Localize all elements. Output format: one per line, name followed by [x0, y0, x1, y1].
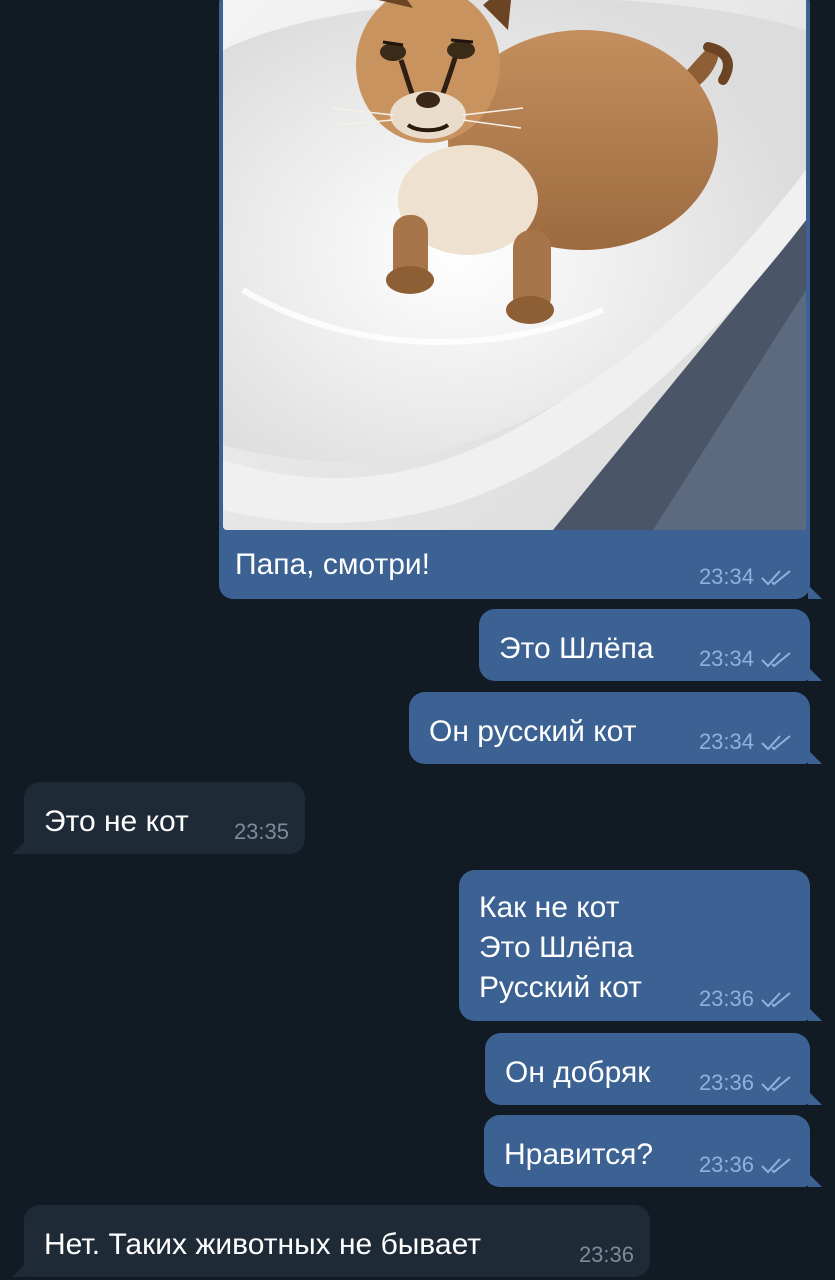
message-time: 23:36: [698, 986, 754, 1011]
message-meta: 23:34: [699, 730, 794, 754]
message-text: Папа, смотри!: [235, 548, 431, 581]
message-meta: 23:34: [699, 565, 794, 589]
double-check-icon: [761, 652, 791, 668]
message-text: Как не кот Это Шлёпа Русский кот: [479, 891, 642, 1004]
message-text: Нет. Таких животных не бывает: [44, 1228, 482, 1261]
message-text: Нравится?: [504, 1138, 654, 1171]
double-check-icon: [761, 570, 791, 586]
message-photo-bubble[interactable]: Папа, смотри! 23:34: [219, 0, 822, 599]
double-check-icon: [761, 992, 791, 1008]
message-time: 23:34: [698, 564, 754, 589]
message-meta: 23:36: [579, 1243, 634, 1267]
message-bubble-incoming[interactable]: Нет. Таких животных не бывает 23:36: [12, 1205, 650, 1277]
message-time: 23:34: [698, 646, 754, 671]
double-check-icon: [761, 1076, 791, 1092]
double-check-icon: [761, 1158, 791, 1174]
message-time: 23:36: [698, 1152, 754, 1177]
message-meta: 23:36: [699, 1153, 794, 1177]
message-time: 23:34: [698, 729, 754, 754]
chat-message-list[interactable]: Папа, смотри! 23:34 Это Шлёпа 23:34 Он р…: [0, 0, 835, 1280]
caracal-in-bathtub-image: [223, 0, 806, 530]
message-meta: 23:36: [699, 987, 794, 1011]
double-check-icon: [761, 735, 791, 751]
message-time: 23:36: [578, 1242, 634, 1267]
message-meta: 23:36: [699, 1071, 794, 1095]
message-time: 23:36: [698, 1070, 754, 1095]
message-text: Это Шлёпа: [499, 632, 654, 665]
message-time: 23:35: [233, 819, 289, 844]
message-bubble-outgoing[interactable]: Как не кот Это Шлёпа Русский кот 23:36: [459, 870, 822, 1021]
message-meta: 23:34: [699, 647, 794, 671]
message-bubble-incoming[interactable]: Это не кот 23:35: [12, 782, 305, 854]
message-text: Он русский кот: [429, 715, 637, 748]
message-bubble-outgoing[interactable]: Нравится? 23:36: [484, 1115, 822, 1187]
message-photo[interactable]: [223, 0, 806, 530]
message-bubble-outgoing[interactable]: Это Шлёпа 23:34: [479, 609, 822, 681]
message-text: Это не кот: [44, 805, 189, 838]
message-meta: 23:35: [234, 820, 289, 844]
message-bubble-outgoing[interactable]: Он добряк 23:36: [485, 1033, 822, 1105]
message-text: Он добряк: [505, 1056, 651, 1089]
message-bubble-outgoing[interactable]: Он русский кот 23:34: [409, 692, 822, 764]
